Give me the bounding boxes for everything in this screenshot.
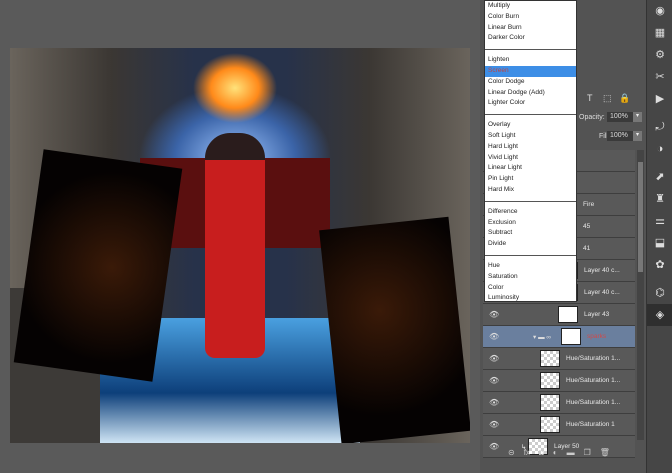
layer-action-icon[interactable]: fx — [524, 448, 530, 462]
blend-mode-item[interactable]: Color Burn — [485, 12, 576, 23]
shape-filter-icon[interactable]: ⬚ — [603, 93, 612, 104]
visibility-eye-icon[interactable]: 👁 — [489, 376, 499, 385]
layer-thumbnail — [561, 328, 581, 345]
layer-thumbnail — [540, 350, 560, 367]
blend-mode-item[interactable]: Hue — [485, 261, 576, 272]
sparks-panel-right — [319, 216, 470, 443]
layer-name: Hue/Saturation 1... — [566, 377, 621, 384]
panel-icon[interactable]: ⬓ — [647, 232, 672, 254]
scroll-thumb[interactable] — [638, 162, 643, 272]
blend-mode-item[interactable]: Vivid Light — [485, 153, 576, 164]
layer-name: Hue/Saturation 1... — [566, 355, 621, 362]
visibility-eye-icon[interactable]: 👁 — [489, 398, 499, 407]
panel-icon[interactable]: ♜ — [647, 188, 672, 210]
opacity-dropdown[interactable]: ▾ — [633, 112, 642, 122]
blend-mode-item[interactable]: Hard Light — [485, 142, 576, 153]
blend-mode-item[interactable]: Color Dodge — [485, 77, 576, 88]
layer-thumbnail — [558, 306, 578, 323]
blend-mode-item[interactable]: Overlay — [485, 120, 576, 131]
layer-row[interactable]: 👁 Hue/Saturation 1... — [483, 370, 635, 392]
layers-panel-icon[interactable]: ◈ — [647, 304, 672, 326]
menu-separator — [485, 254, 576, 256]
blend-mode-item[interactable]: Screen — [485, 65, 576, 77]
opacity-label: Opacity: — [579, 114, 605, 121]
blend-mode-item[interactable]: Luminosity — [485, 293, 576, 304]
blend-mode-item[interactable]: Exclusion — [485, 218, 576, 229]
blend-mode-item[interactable]: Pin Light — [485, 174, 576, 185]
panel-icon[interactable]: ▶ — [647, 88, 672, 110]
menu-separator — [485, 49, 576, 51]
menu-separator — [485, 114, 576, 116]
layer-name: sparks — [587, 333, 607, 340]
visibility-eye-icon[interactable]: 👁 — [489, 420, 499, 429]
blend-mode-item[interactable]: Subtract — [485, 228, 576, 239]
layer-row[interactable]: 👁 Hue/Saturation 1... — [483, 348, 635, 370]
panel-icon[interactable]: ⚙ — [647, 44, 672, 66]
blend-mode-item[interactable]: Linear Burn — [485, 23, 576, 34]
blend-mode-item[interactable]: Soft Light — [485, 131, 576, 142]
opacity-field[interactable]: 100% — [607, 112, 633, 122]
panel-icon[interactable]: ⚌ — [647, 210, 672, 232]
fill-field[interactable]: 100% — [607, 131, 633, 141]
panel-icon[interactable]: ▦ — [647, 22, 672, 44]
layer-action-icon[interactable]: ◘ — [539, 448, 544, 462]
panel-icon[interactable]: ⤾ — [647, 116, 672, 138]
layer-thumbnail — [540, 416, 560, 433]
layer-name: 41 — [583, 245, 591, 252]
layer-name: Hue/Saturation 1 — [566, 421, 615, 428]
layer-thumbnail — [540, 394, 560, 411]
layers-bottom-toolbar: ⊝ fx ◘ ◐ ▬ ❐ 🗑 — [483, 448, 645, 462]
layer-row[interactable]: 👁 Hue/Saturation 1... — [483, 392, 635, 414]
layer-row[interactable]: 👁 ▾ ▬ ∞ sparks — [483, 326, 635, 348]
blend-mode-item[interactable]: Hard Mix — [485, 185, 576, 196]
blend-mode-item[interactable]: Divide — [485, 239, 576, 250]
panel-icon[interactable]: ◉ — [647, 0, 672, 22]
blend-mode-menu: Multiply Color Burn Linear Burn Darker Colo… — [484, 0, 577, 302]
group-folder-icon[interactable]: ▾ ▬ ∞ — [533, 333, 551, 341]
sparks-panel-left — [13, 149, 183, 382]
panel-icon[interactable]: ✂ — [647, 66, 672, 88]
panel-icon[interactable]: ✿ — [647, 254, 672, 276]
blend-mode-item[interactable]: Color — [485, 283, 576, 294]
layer-thumbnail — [540, 372, 560, 389]
layer-name: Hue/Saturation 1... — [566, 399, 621, 406]
fill-dropdown[interactable]: ▾ — [633, 131, 642, 141]
panel-icon[interactable]: ⬈ — [647, 166, 672, 188]
layers-scrollbar[interactable] — [637, 150, 644, 440]
blend-mode-item[interactable]: Lighten — [485, 55, 576, 66]
layer-action-icon[interactable]: 🗑 — [600, 448, 610, 462]
blend-mode-item[interactable]: Multiply — [485, 1, 576, 12]
woman-figure — [205, 133, 265, 358]
blend-mode-item[interactable]: Darker Color — [485, 33, 576, 44]
layer-name: Fire — [583, 201, 595, 208]
blend-mode-item[interactable]: Linear Light — [485, 163, 576, 174]
layer-action-icon[interactable]: ⊝ — [508, 448, 515, 462]
document-canvas[interactable] — [0, 0, 480, 473]
layer-action-icon[interactable]: ▬ — [567, 448, 575, 462]
visibility-eye-icon[interactable]: 👁 — [489, 310, 499, 319]
panel-icon[interactable]: ⌬ — [647, 282, 672, 304]
layer-action-icon[interactable]: ◐ — [553, 448, 558, 462]
blend-mode-item[interactable]: Saturation — [485, 272, 576, 283]
visibility-eye-icon[interactable]: 👁 — [489, 354, 499, 363]
layer-row[interactable]: 👁 Hue/Saturation 1 — [483, 414, 635, 436]
visibility-eye-icon[interactable]: 👁 — [489, 332, 499, 341]
blend-mode-item[interactable]: Linear Dodge (Add) — [485, 88, 576, 99]
layer-name: Layer 40 c... — [584, 267, 620, 274]
blend-mode-item[interactable]: Lighter Color — [485, 98, 576, 109]
layer-name: Layer 40 c... — [584, 289, 620, 296]
layer-action-icon[interactable]: ❐ — [584, 448, 591, 462]
right-panel-dock: ◉ ▦ ⚙ ✂ ▶ ⤾ ◑ ⬈ ♜ ⚌ ⬓ ✿ ⌬ ◈ — [646, 0, 672, 473]
artwork-image — [10, 48, 470, 443]
panel-icon[interactable]: ◑ — [647, 138, 672, 160]
blend-mode-item[interactable]: Difference — [485, 207, 576, 218]
menu-separator — [485, 200, 576, 202]
layer-row[interactable]: 👁 Layer 43 — [483, 304, 635, 326]
layer-name: Layer 43 — [584, 311, 610, 318]
layer-name: 45 — [583, 223, 591, 230]
type-filter-icon[interactable]: T — [587, 93, 593, 103]
smart-filter-icon[interactable]: 🔒 — [619, 93, 630, 104]
